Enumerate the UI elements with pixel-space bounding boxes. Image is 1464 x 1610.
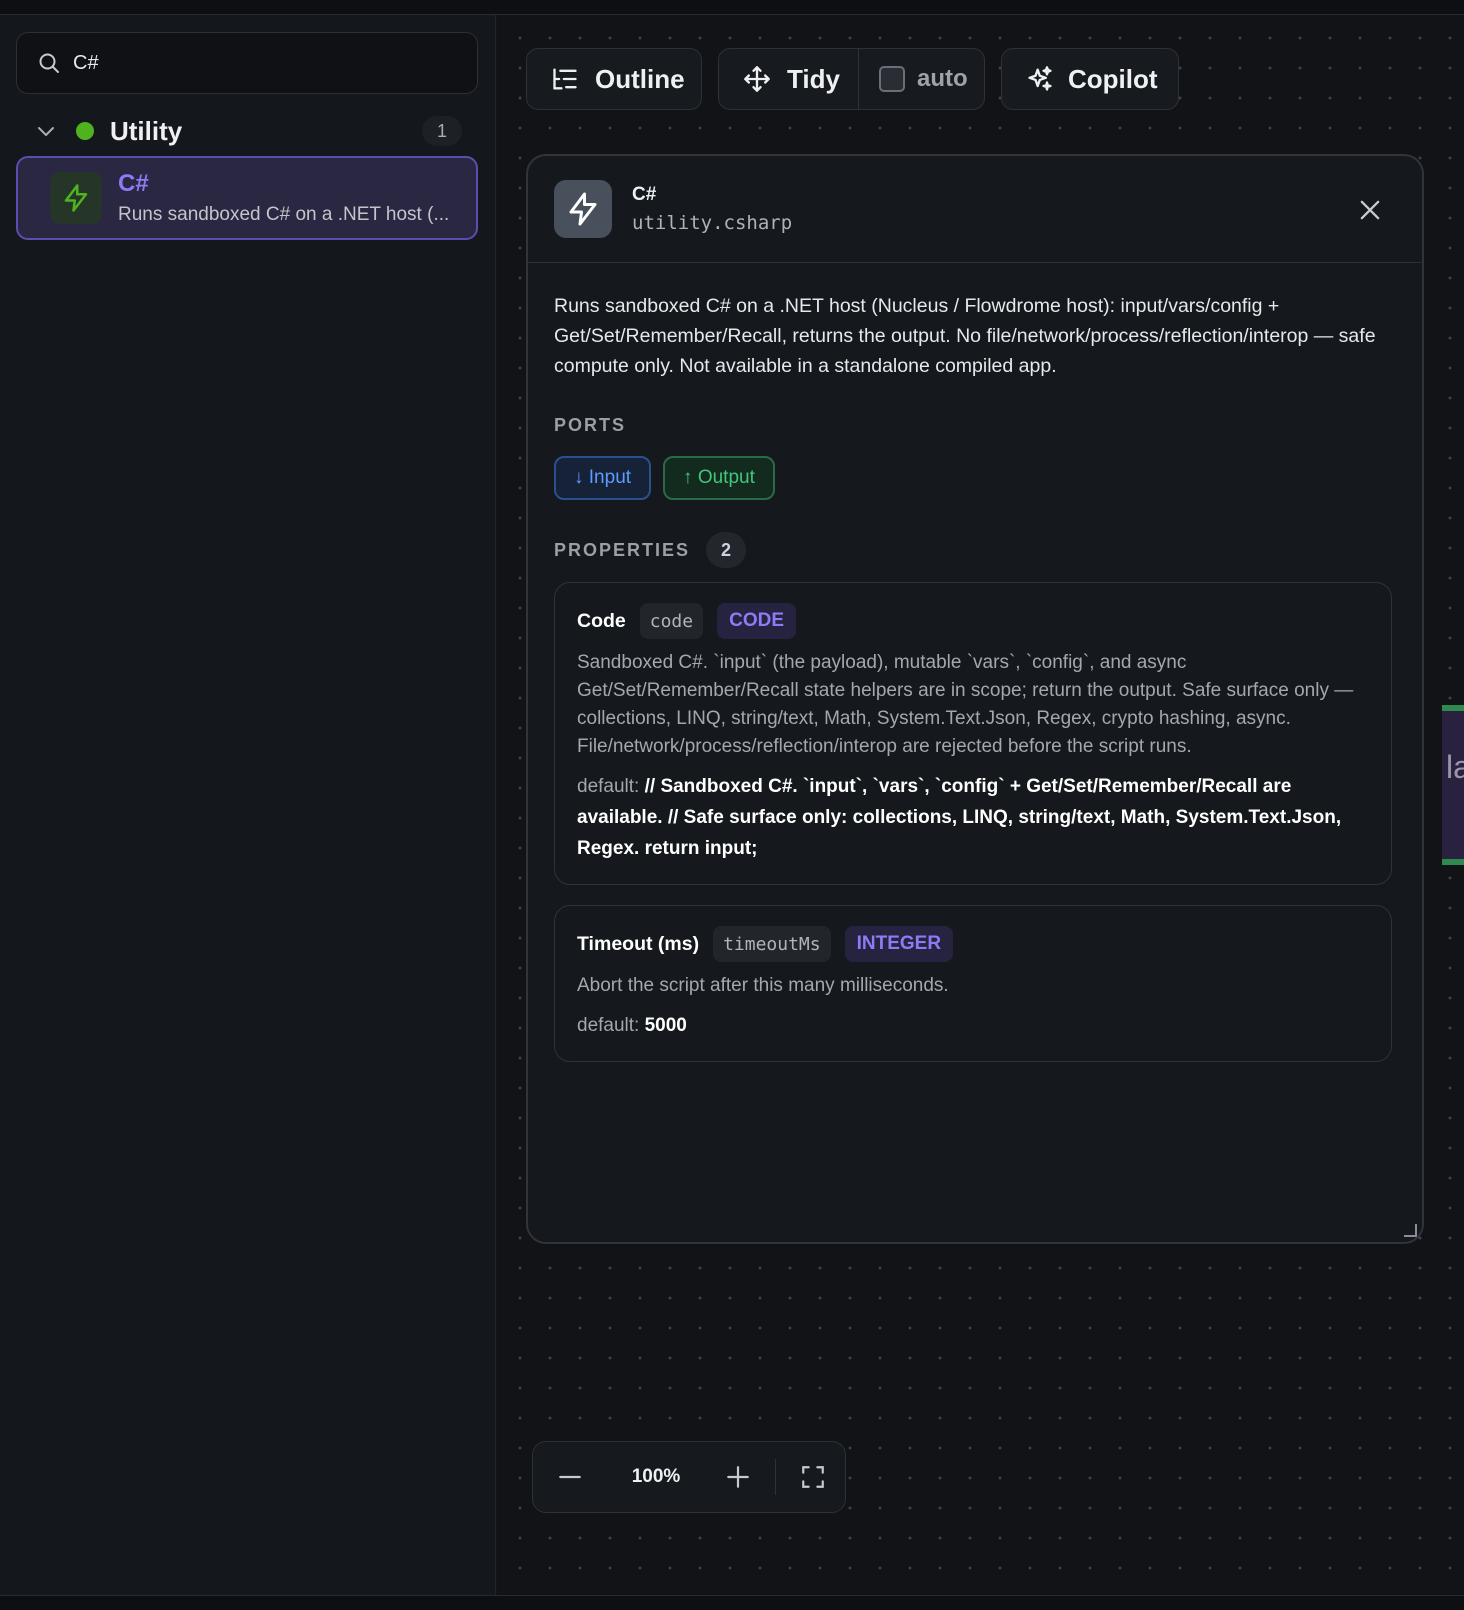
search-input[interactable] <box>73 51 453 75</box>
default-value: // Sandboxed C#. `input`, `vars`, `confi… <box>577 776 1342 859</box>
outline-icon <box>553 68 577 90</box>
node-item-description: Runs sandboxed C# on a .NET host (... <box>118 204 450 225</box>
chevron-down-icon[interactable] <box>34 119 58 143</box>
ports-label: PORTS <box>554 415 627 435</box>
property-name: Code <box>577 609 626 632</box>
search-box[interactable] <box>16 32 478 94</box>
property-default: default: // Sandboxed C#. `input`, `vars… <box>577 771 1369 864</box>
property-key: timeoutMs <box>713 926 831 962</box>
zoom-controls: 100% <box>532 1441 846 1513</box>
panel-body: Runs sandboxed C# on a .NET host (Nucleu… <box>528 263 1422 1062</box>
default-label: default: <box>577 1015 640 1036</box>
copilot-label: Copilot <box>1068 63 1158 94</box>
properties-heading: PROPERTIES 2 <box>554 532 1396 568</box>
zoom-level: 100% <box>631 1466 681 1487</box>
window-top-bar <box>0 0 1464 15</box>
auto-tidy-toggle[interactable]: auto <box>859 49 968 109</box>
fullscreen-icon[interactable] <box>800 1464 826 1490</box>
property-type-badge: INTEGER <box>844 926 954 962</box>
category-status-dot <box>76 122 94 140</box>
node-detail-panel: C# utility.csharp Runs sandboxed C# on a… <box>526 154 1424 1244</box>
copilot-button[interactable]: Copilot <box>1001 48 1179 110</box>
category-label: Utility <box>110 115 183 146</box>
category-count-badge: 1 <box>422 116 462 146</box>
lightning-icon <box>569 192 597 226</box>
node-library-sidebar: Utility 1 C# Runs sandboxed C# on a .NET… <box>0 15 496 1595</box>
window-bottom-bar <box>0 1595 1464 1610</box>
zoom-separator <box>775 1459 776 1495</box>
node-type-icon <box>554 180 612 238</box>
properties-label: PROPERTIES <box>554 539 691 560</box>
property-type-badge: CODE <box>717 603 797 639</box>
tidy-button[interactable]: Tidy <box>719 49 859 109</box>
close-icon[interactable] <box>1356 196 1384 224</box>
minus-icon[interactable] <box>557 1464 583 1490</box>
port-input[interactable]: ↓ Input <box>554 456 652 500</box>
property-card-timeout: Timeout (ms) timeoutMs INTEGER Abort the… <box>554 905 1392 1062</box>
property-key: code <box>639 603 704 639</box>
property-default: default: 5000 <box>577 1010 1369 1041</box>
property-name: Timeout (ms) <box>577 932 700 955</box>
ports-heading: PORTS <box>554 415 1396 436</box>
node-item-icon <box>50 172 102 224</box>
properties-count-badge: 2 <box>706 532 747 568</box>
plus-icon[interactable] <box>725 1464 751 1490</box>
property-description: Sandboxed C#. `input` (the payload), mut… <box>577 652 1354 757</box>
property-description: Abort the script after this many millise… <box>577 975 949 996</box>
tidy-label: Tidy <box>787 63 840 94</box>
search-icon <box>39 53 59 73</box>
partial-node-label: la <box>1446 749 1464 785</box>
property-card-code: Code code CODE Sandboxed C#. `input` (th… <box>554 582 1392 885</box>
category-utility[interactable]: Utility 1 <box>16 110 478 152</box>
move-icon <box>744 66 770 92</box>
sparkles-icon <box>1028 66 1052 91</box>
node-description: Runs sandboxed C# on a .NET host (Nucleu… <box>554 295 1376 377</box>
auto-label: auto <box>917 65 968 92</box>
node-item-csharp[interactable]: C# Runs sandboxed C# on a .NET host (... <box>16 156 478 240</box>
ports-list: ↓ Input ↑ Output <box>554 456 1396 500</box>
resize-handle-icon[interactable] <box>1402 1222 1418 1238</box>
lightning-icon <box>64 184 88 212</box>
panel-header: C# utility.csharp <box>528 156 1422 263</box>
panel-title: C# <box>632 184 657 205</box>
tidy-group: Tidy auto <box>718 48 985 110</box>
outline-button[interactable]: Outline <box>526 48 702 110</box>
outline-label: Outline <box>595 63 685 94</box>
auto-checkbox[interactable] <box>879 66 905 92</box>
node-item-title: C# <box>118 170 149 197</box>
panel-node-id: utility.csharp <box>632 212 793 234</box>
partial-node[interactable]: la <box>1442 705 1464 865</box>
flow-canvas[interactable]: Outline Tidy auto Copilot C# utility.csh… <box>497 15 1464 1595</box>
default-label: default: <box>577 776 640 797</box>
default-value: 5000 <box>644 1015 687 1036</box>
port-output[interactable]: ↑ Output <box>663 456 775 500</box>
